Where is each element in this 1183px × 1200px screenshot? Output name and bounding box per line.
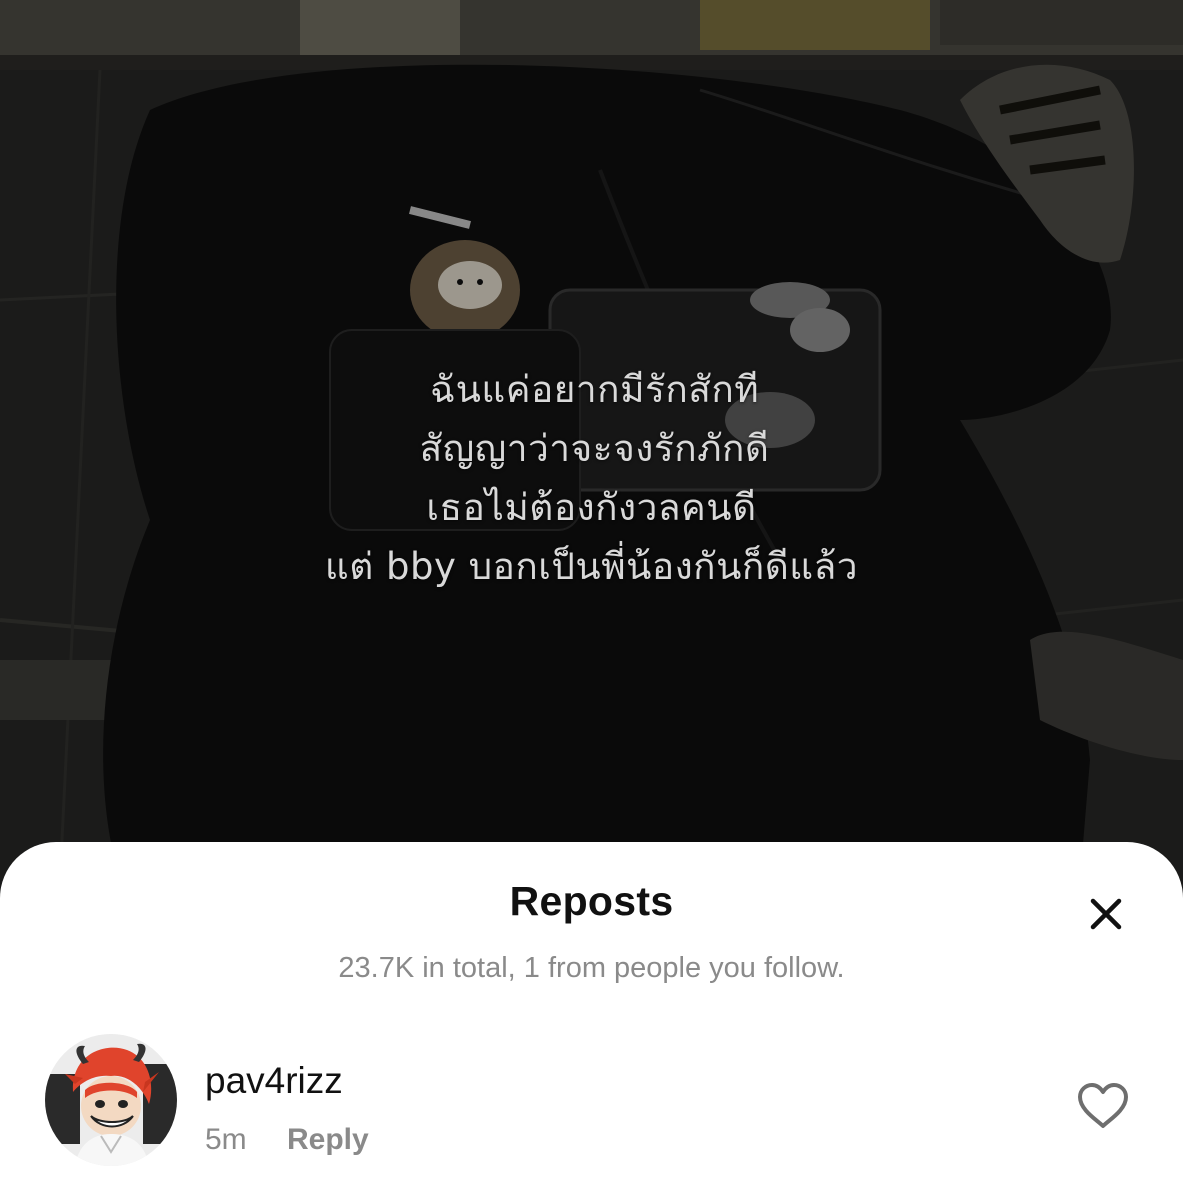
lyric-line: สัญญาว่าจะจงรักภักดี	[419, 427, 770, 470]
repost-username[interactable]: pav4rizz	[205, 1060, 343, 1102]
like-button[interactable]	[1072, 1078, 1134, 1134]
close-button[interactable]	[1080, 888, 1132, 940]
heart-outline-icon	[1078, 1083, 1128, 1128]
video-background[interactable]: ฉันแค่อยากมีรักสักที สัญญาว่าจะจงรักภักด…	[0, 0, 1183, 880]
repost-count-summary: 23.7K in total, 1 from people you follow…	[338, 952, 845, 984]
sheet-title: Reposts	[509, 878, 674, 924]
reply-button[interactable]: Reply	[287, 1123, 369, 1157]
lyric-line: เธอไม่ต้องกังวลคนดี	[426, 486, 757, 529]
avatar[interactable]	[45, 1034, 177, 1166]
repost-list-item: pav4rizz 5m Reply	[0, 1028, 1183, 1188]
video-caption-lyrics: ฉันแค่อยากมีรักสักที สัญญาว่าจะจงรักภักด…	[0, 360, 1183, 596]
anime-avatar-image	[45, 1034, 177, 1166]
reposts-sheet: Reposts 23.7K in total, 1 from people yo…	[0, 842, 1183, 1200]
lyric-line: ฉันแค่อยากมีรักสักที	[429, 368, 760, 411]
lyric-line: แต่ bby บอกเป็นพี่น้องกันก็ดีแล้ว	[324, 545, 859, 588]
close-icon	[1090, 898, 1122, 930]
repost-timestamp: 5m	[205, 1123, 247, 1156]
